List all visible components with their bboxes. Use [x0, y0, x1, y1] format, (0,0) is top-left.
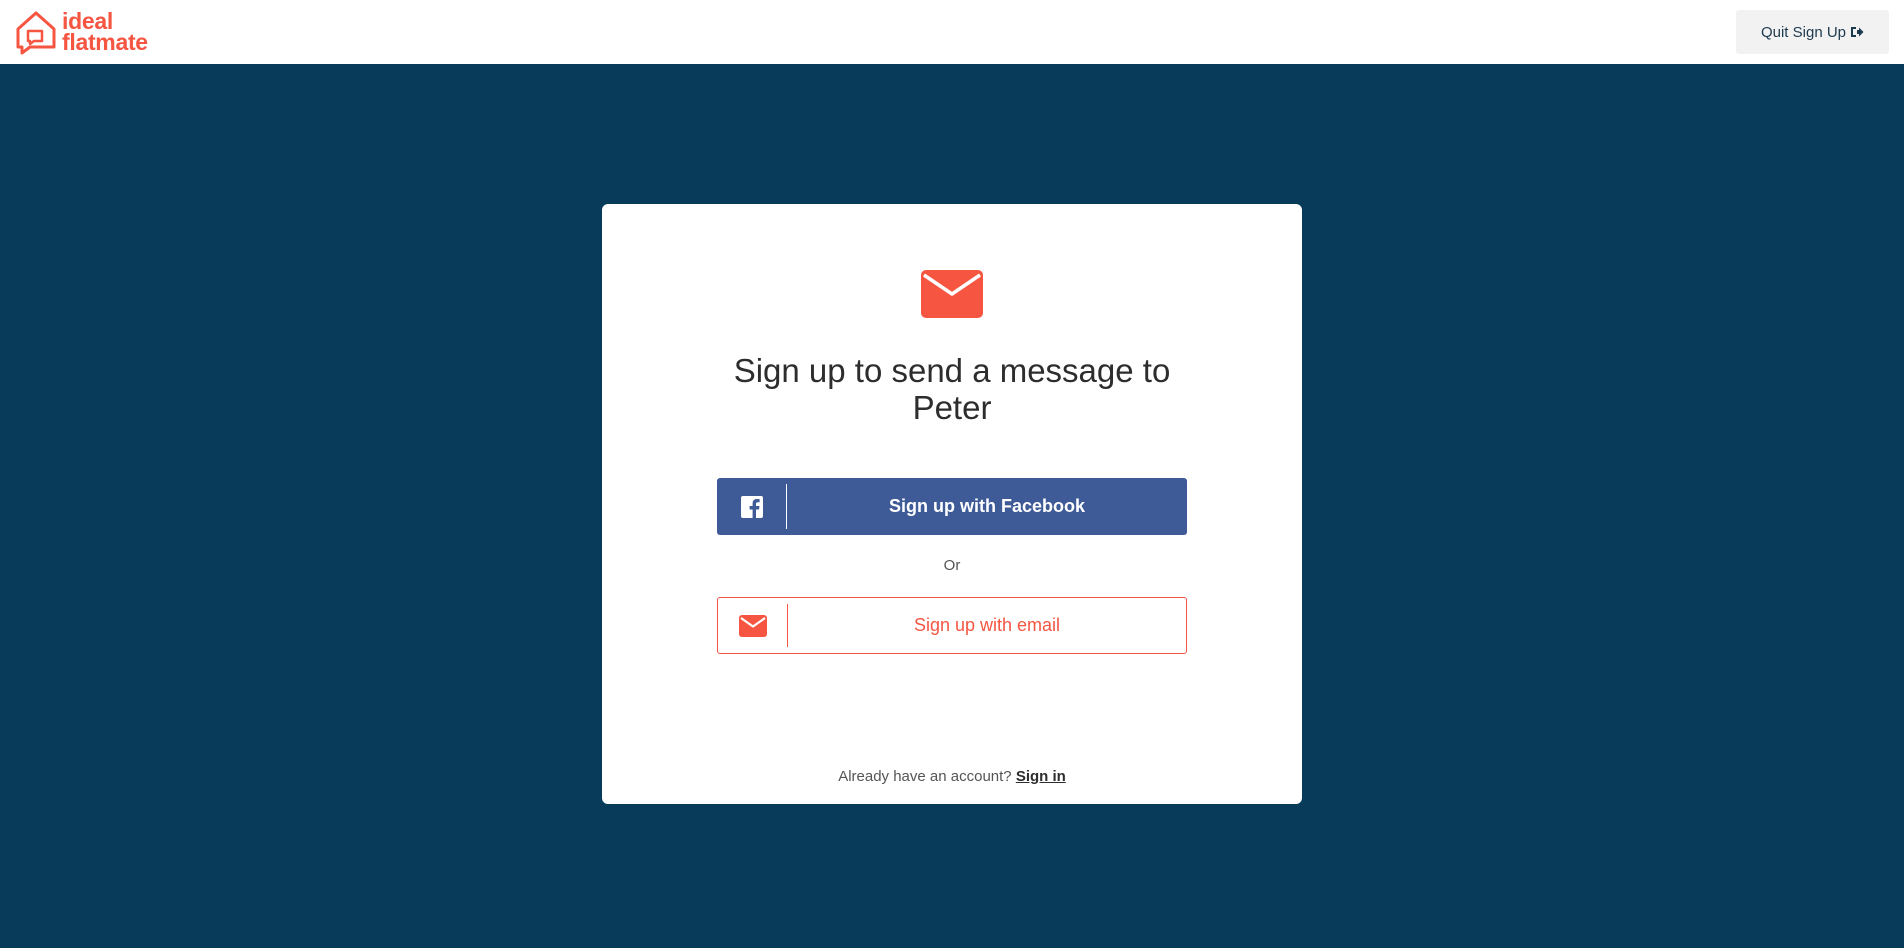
house-chat-logo-icon	[16, 11, 56, 55]
signup-card: Sign up to send a message to Peter Sign …	[602, 204, 1302, 804]
page-title: Sign up to send a message to Peter	[733, 352, 1171, 426]
quit-sign-up-label: Quit Sign Up	[1760, 23, 1847, 41]
top-bar: ideal flatmate Quit Sign Up	[0, 0, 1904, 64]
signup-facebook-button[interactable]: Sign up with Facebook	[717, 478, 1187, 535]
logo-text: ideal flatmate	[62, 10, 148, 55]
sign-in-link[interactable]: Sign in	[1016, 768, 1066, 785]
quit-sign-up-button[interactable]: Quit Sign Up	[1736, 10, 1889, 54]
facebook-icon	[741, 495, 763, 518]
or-divider-text: Or	[943, 557, 961, 574]
envelope-icon	[739, 614, 767, 637]
facebook-icon-wrap	[717, 478, 787, 535]
logo-line2: flatmate	[62, 29, 148, 55]
signin-prompt-text: Already have an account?	[838, 768, 1012, 785]
ideal-flatmate-logo[interactable]: ideal flatmate	[14, 9, 148, 55]
signin-prompt-row: Already have an account? Sign in	[602, 768, 1302, 785]
signup-email-label: Sign up with email	[913, 615, 1061, 635]
email-icon-wrap	[718, 598, 788, 653]
sign-out-icon	[1851, 27, 1864, 37]
signup-facebook-label: Sign up with Facebook	[888, 496, 1085, 516]
signup-email-button[interactable]: Sign up with email	[717, 597, 1187, 654]
envelope-icon	[921, 270, 983, 318]
